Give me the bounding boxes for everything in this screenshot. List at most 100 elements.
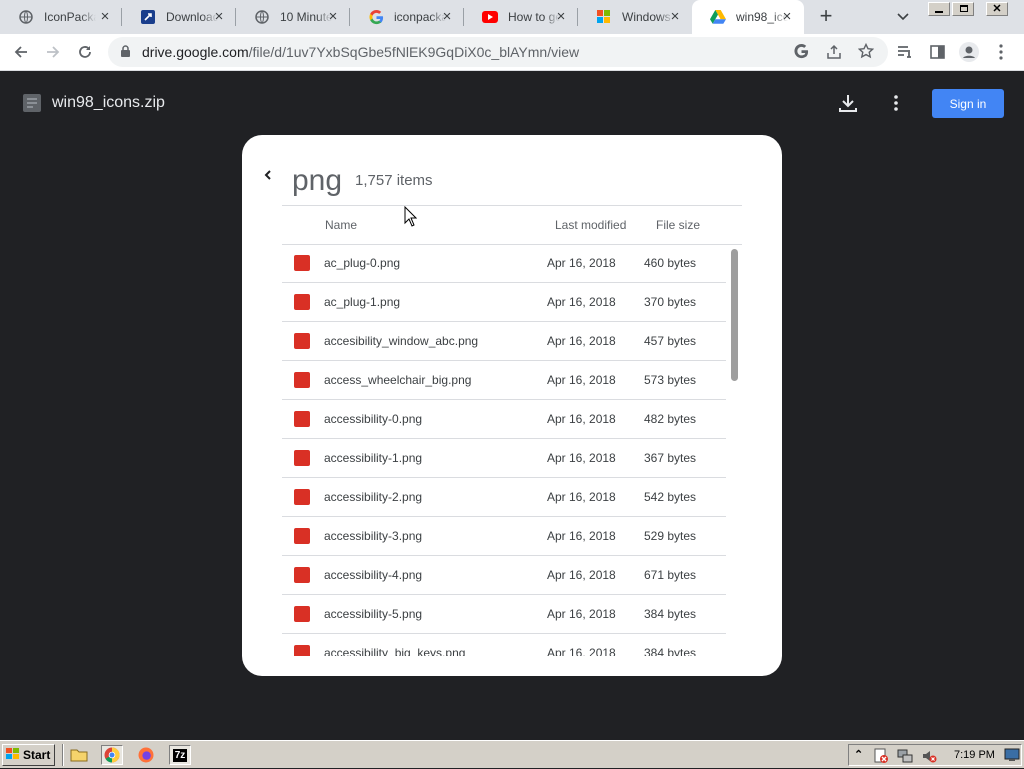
browser-toolbar: drive.google.com/file/d/1uv7YxbSqGbe5fNl… xyxy=(0,34,1024,71)
google-lens-icon[interactable] xyxy=(794,44,809,64)
image-file-icon xyxy=(294,645,310,656)
bookmark-star-icon[interactable] xyxy=(857,42,875,64)
start-button[interactable]: Start xyxy=(2,744,55,766)
restore-button[interactable] xyxy=(952,2,974,16)
tab-iconpacka[interactable]: IconPacka × xyxy=(0,0,122,34)
file-name: accesibility_window_abc.png xyxy=(324,334,479,348)
file-date: Apr 16, 2018 xyxy=(547,373,616,387)
file-size: 457 bytes xyxy=(644,334,697,348)
side-panel-icon[interactable] xyxy=(924,39,950,65)
close-window-button[interactable]: ✕ xyxy=(986,2,1008,16)
reload-icon[interactable] xyxy=(72,39,98,65)
file-name: ac_plug-1.png xyxy=(324,295,401,309)
file-row[interactable]: accesibility_window_abc.png Apr 16, 2018 4… xyxy=(282,322,726,361)
globe-icon xyxy=(254,9,270,25)
download-site-icon xyxy=(140,9,156,25)
close-icon[interactable]: × xyxy=(554,9,568,24)
file-row[interactable]: accessibility-0.png Apr 16, 2018 482 bytes xyxy=(282,400,726,439)
file-size: 384 bytes xyxy=(644,607,697,621)
browser-tab-strip: IconPacka × Download × 10 Minute × iconp… xyxy=(0,0,1024,34)
tab-10-minute[interactable]: 10 Minute × xyxy=(236,0,350,34)
file-row[interactable]: accessibility_big_keys.png Apr 16, 2018 38… xyxy=(282,634,726,656)
file-row[interactable]: accessibility-2.png Apr 16, 2018 542 bytes xyxy=(282,478,726,517)
image-file-icon xyxy=(294,333,310,349)
tab-iconpacka-search[interactable]: iconpacka × xyxy=(350,0,464,34)
mouse-cursor-icon xyxy=(404,205,418,232)
column-header-name[interactable]: Name xyxy=(325,218,357,232)
image-file-icon xyxy=(294,606,310,622)
security-alert-icon[interactable] xyxy=(873,748,889,769)
close-icon[interactable]: × xyxy=(668,9,682,24)
file-size: 367 bytes xyxy=(644,451,697,465)
image-file-icon xyxy=(294,528,310,544)
file-date: Apr 16, 2018 xyxy=(547,607,616,621)
volume-muted-icon[interactable] xyxy=(921,748,937,769)
file-date: Apr 16, 2018 xyxy=(547,646,616,656)
file-size: 384 bytes xyxy=(644,646,697,656)
file-name: accessibility-2.png xyxy=(324,490,423,504)
profile-avatar-icon[interactable] xyxy=(956,39,982,65)
file-row[interactable]: accessibility-3.png Apr 16, 2018 529 bytes xyxy=(282,517,726,556)
share-icon[interactable] xyxy=(826,44,842,65)
image-file-icon xyxy=(294,294,310,310)
file-date: Apr 16, 2018 xyxy=(547,412,616,426)
tab-how-to-get[interactable]: How to ge × xyxy=(464,0,578,34)
minimize-button[interactable] xyxy=(928,2,950,16)
show-desktop-icon[interactable] xyxy=(1004,748,1020,767)
network-icon[interactable] xyxy=(897,748,913,769)
file-list: ac_plug-0.png Apr 16, 2018 460 bytes ac_pl… xyxy=(282,244,726,656)
file-row[interactable]: accessibility-4.png Apr 16, 2018 671 bytes xyxy=(282,556,726,595)
7zip-icon[interactable]: 7z xyxy=(169,745,191,765)
taskbar-clock[interactable]: 7:19 PM xyxy=(954,749,995,761)
tab-windows[interactable]: Windows × xyxy=(578,0,692,34)
chrome-icon[interactable] xyxy=(101,745,123,765)
tray-expand-icon[interactable]: ⌃ xyxy=(854,748,863,761)
column-header-file-size[interactable]: File size xyxy=(656,218,700,232)
file-row[interactable]: accessibility-5.png Apr 16, 2018 384 bytes xyxy=(282,595,726,634)
address-bar[interactable]: drive.google.com/file/d/1uv7YxbSqGbe5fNl… xyxy=(108,37,888,67)
youtube-icon xyxy=(482,9,498,25)
tab-label: Windows xyxy=(622,10,671,24)
lock-icon[interactable] xyxy=(120,45,131,63)
file-row[interactable]: accessibility-1.png Apr 16, 2018 367 bytes xyxy=(282,439,726,478)
more-options-icon[interactable] xyxy=(894,95,898,116)
tab-search-chevron-icon[interactable] xyxy=(896,9,914,25)
back-chevron-icon[interactable] xyxy=(262,168,274,186)
new-tab-button[interactable]: + xyxy=(814,5,838,28)
close-icon[interactable]: × xyxy=(98,9,112,24)
close-icon[interactable]: × xyxy=(326,9,340,24)
explorer-folder-icon[interactable] xyxy=(68,745,90,765)
forward-arrow-icon[interactable] xyxy=(40,39,66,65)
file-row[interactable]: access_wheelchair_big.png Apr 16, 2018 573… xyxy=(282,361,726,400)
image-file-icon xyxy=(294,255,310,271)
file-name: accessibility_big_keys.png xyxy=(324,646,466,656)
tab-download[interactable]: Download × xyxy=(122,0,236,34)
7zip-label: 7z xyxy=(172,748,188,762)
file-date: Apr 16, 2018 xyxy=(547,256,616,270)
close-icon[interactable]: × xyxy=(780,9,794,24)
back-arrow-icon[interactable] xyxy=(8,39,34,65)
file-date: Apr 16, 2018 xyxy=(547,295,616,309)
tab-win98-icons[interactable]: win98_ico × xyxy=(692,0,804,34)
windows-icon xyxy=(596,9,612,25)
zip-file-icon xyxy=(22,93,42,118)
media-queue-icon[interactable] xyxy=(892,39,918,65)
image-file-icon xyxy=(294,489,310,505)
column-header-last-modified[interactable]: Last modified xyxy=(555,218,626,232)
file-row[interactable]: ac_plug-0.png Apr 16, 2018 460 bytes xyxy=(282,244,726,283)
tab-label: IconPacka xyxy=(44,10,96,24)
start-label: Start xyxy=(23,748,51,762)
item-count: 1,757 items xyxy=(355,172,433,189)
close-icon[interactable]: × xyxy=(440,9,454,24)
firefox-icon[interactable] xyxy=(135,745,157,765)
tab-label: 10 Minute xyxy=(280,10,332,24)
sign-in-button[interactable]: Sign in xyxy=(932,89,1004,118)
list-scrollbar[interactable] xyxy=(731,249,738,381)
file-row[interactable]: ac_plug-1.png Apr 16, 2018 370 bytes xyxy=(282,283,726,322)
url-text[interactable]: drive.google.com/file/d/1uv7YxbSqGbe5fNl… xyxy=(142,44,579,60)
tab-label: How to ge xyxy=(508,10,560,24)
tab-label: iconpacka xyxy=(394,10,446,24)
browser-menu-icon[interactable] xyxy=(988,39,1014,65)
close-icon[interactable]: × xyxy=(212,9,226,24)
download-icon[interactable] xyxy=(838,93,858,118)
